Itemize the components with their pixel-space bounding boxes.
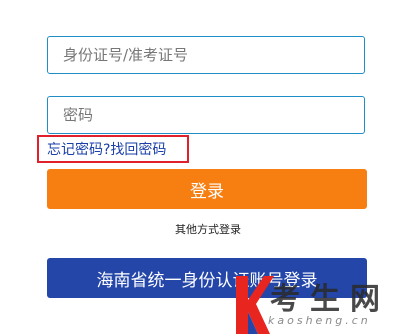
login-button-label: 登录 [190, 181, 224, 202]
id-number-input[interactable] [48, 37, 364, 73]
password-input[interactable] [48, 97, 364, 133]
forgot-password-link[interactable]: 忘记密码?找回密码 [47, 139, 166, 159]
login-button[interactable]: 登录 [47, 169, 367, 209]
watermark-domain: kaosheng.cn [268, 314, 371, 327]
other-login-label: 其他方式登录 [175, 223, 241, 236]
password-field[interactable] [47, 96, 365, 134]
unified-auth-login-label: 海南省统一身份认证账号登录 [96, 270, 318, 291]
id-number-field[interactable] [47, 36, 365, 74]
unified-auth-login-button[interactable]: 海南省统一身份认证账号登录 [47, 258, 367, 298]
